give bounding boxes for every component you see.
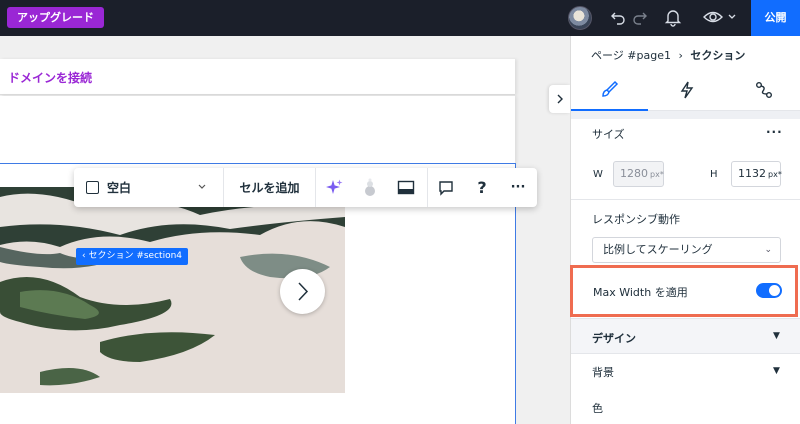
breadcrumb: ページ #page1 › セクション <box>591 47 745 63</box>
blank-label: 空白 <box>107 181 132 195</box>
next-arrow-button[interactable] <box>280 269 325 314</box>
avatar[interactable] <box>568 6 592 30</box>
inspector-panel: ページ #page1 › セクション サイズ ··· W 1280 px* H 1… <box>570 36 800 424</box>
max-width-row: Max Width を適用 <box>570 265 798 317</box>
tab-connections[interactable] <box>725 72 800 111</box>
max-width-toggle[interactable] <box>756 283 782 298</box>
redo-icon[interactable] <box>632 8 648 29</box>
page-block <box>0 96 515 164</box>
site-header-strip: ドメインを接続 <box>0 59 515 95</box>
responsive-value: 比例してスケーリング <box>603 243 713 256</box>
color-label: 色 <box>592 402 603 415</box>
bell-icon[interactable] <box>664 8 682 30</box>
size-title: サイズ <box>592 128 625 141</box>
toggle-knob <box>769 285 780 296</box>
responsive-select[interactable]: 比例してスケーリング ⌄ <box>592 237 781 263</box>
more-label: ··· <box>510 180 526 195</box>
tab-design[interactable] <box>571 72 648 111</box>
height-unit: px* <box>768 170 782 179</box>
checkbox-icon <box>86 181 99 194</box>
background-triangle-icon[interactable]: ▼ <box>773 366 780 376</box>
tab-interactions[interactable] <box>648 72 725 111</box>
chevron-down-icon <box>198 181 206 196</box>
lightning-icon <box>680 81 694 102</box>
undo-icon[interactable] <box>610 8 626 29</box>
breadcrumb-separator: › <box>678 49 683 62</box>
width-value: 1280 <box>620 167 648 180</box>
background-icon[interactable] <box>388 168 424 207</box>
publish-button[interactable]: 公開 <box>751 0 800 36</box>
width-unit: px* <box>650 170 664 179</box>
editor-canvas: ドメインを接続 ‹ セクション #section4 <box>0 36 570 424</box>
chevron-down-icon[interactable] <box>727 10 737 27</box>
design-section-header[interactable]: デザイン ▼ <box>571 318 800 354</box>
breadcrumb-page[interactable]: ページ #page1 <box>591 49 671 62</box>
animation-icon[interactable] <box>352 168 388 207</box>
size-more-icon[interactable]: ··· <box>766 125 783 139</box>
section-label-tag[interactable]: ‹ セクション #section4 <box>76 248 189 265</box>
height-field[interactable]: 1132 px* <box>731 161 782 187</box>
upgrade-button[interactable]: アップグレード <box>7 7 104 28</box>
collapse-triangle-icon: ▼ <box>773 331 780 341</box>
ai-sparkle-icon[interactable] <box>316 168 352 207</box>
brush-icon <box>601 80 619 101</box>
background-title: 背景 <box>592 366 614 379</box>
layout-dropdown[interactable]: 空白 <box>86 168 216 207</box>
connector-icon <box>755 81 773 102</box>
breadcrumb-current: セクション <box>690 49 746 62</box>
help-label: ? <box>477 178 487 197</box>
height-label: H <box>710 169 718 180</box>
add-cell-label: セルを追加 <box>239 181 300 195</box>
section-toolbar: 空白 セルを追加 ? ··· <box>74 168 537 207</box>
connect-domain-link[interactable]: ドメインを接続 <box>8 69 92 86</box>
width-label: W <box>593 169 603 180</box>
design-title: デザイン <box>592 332 636 345</box>
height-value: 1132 <box>738 167 766 180</box>
inspector-tabs <box>571 72 800 111</box>
max-width-label: Max Width を適用 <box>593 286 688 299</box>
more-options-icon[interactable]: ··· <box>500 168 536 207</box>
collapse-panel-button[interactable] <box>549 85 570 113</box>
comment-icon[interactable] <box>428 168 464 207</box>
add-cell-button[interactable]: セルを追加 <box>224 168 315 207</box>
panel-gap <box>571 111 800 119</box>
help-icon[interactable]: ? <box>464 168 500 207</box>
top-bar: アップグレード 公開 <box>0 0 800 36</box>
chevron-down-icon: ⌄ <box>764 245 772 255</box>
responsive-title: レスポンシブ動作 <box>592 213 680 226</box>
eye-icon[interactable] <box>703 8 723 29</box>
width-field[interactable]: 1280 px* <box>613 161 664 187</box>
